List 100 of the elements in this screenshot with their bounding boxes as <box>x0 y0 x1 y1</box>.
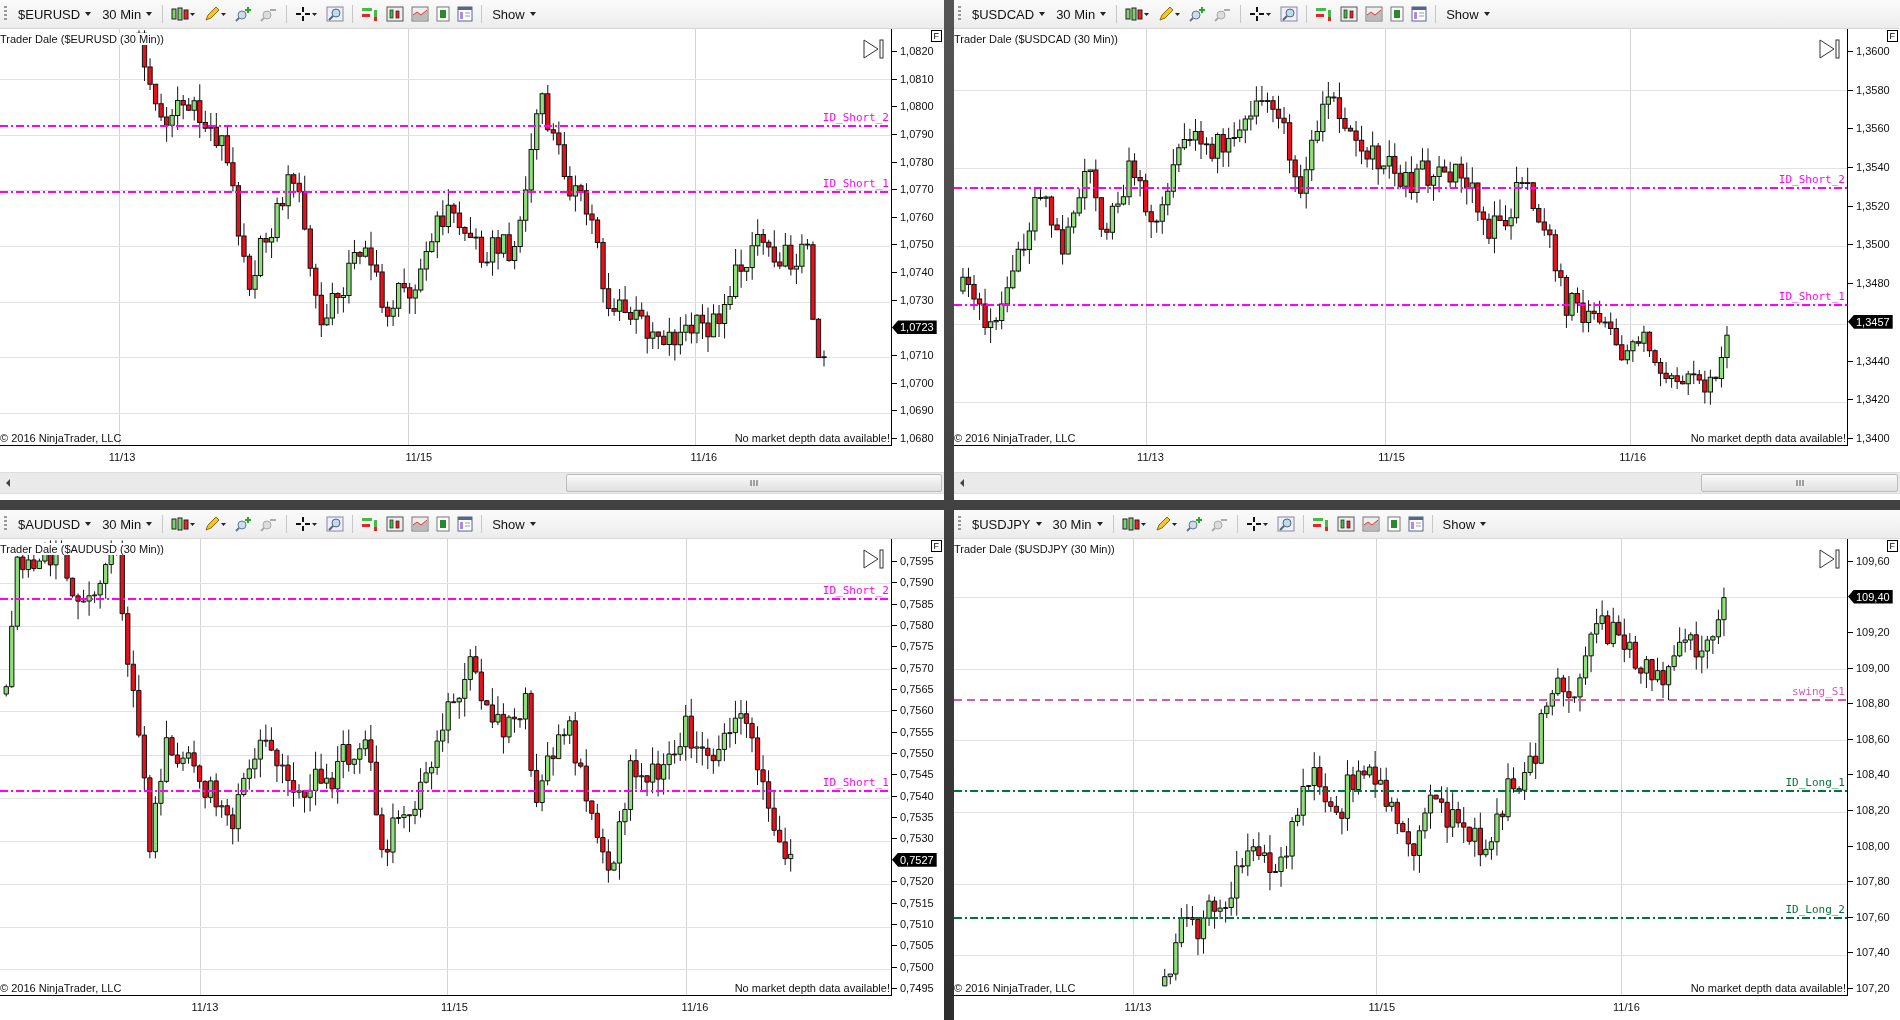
price-label: 1,3600 <box>1848 44 1900 58</box>
price-label: 0,7560 <box>892 703 944 718</box>
jump-to-end-icon[interactable] <box>863 549 885 569</box>
price-label: 0,7500 <box>892 959 944 974</box>
f-button[interactable]: F <box>930 540 942 552</box>
grip-icon[interactable] <box>958 516 961 532</box>
level-line[interactable] <box>954 698 1847 701</box>
area-chart-button[interactable] <box>1359 515 1382 533</box>
level-line[interactable] <box>954 303 1847 306</box>
show-menu[interactable]: Show <box>488 4 540 24</box>
area-chart-button[interactable] <box>1363 5 1386 23</box>
price-badge: 1,3457 <box>1848 314 1893 329</box>
grip-icon[interactable] <box>1795 479 1804 487</box>
chart-title: Trader Dale ($EURUSD (30 Min)) <box>0 33 167 45</box>
level-label: ID_Short_2 <box>822 584 889 598</box>
price-label: 1,0690 <box>892 403 944 418</box>
price-label: 107,60 <box>1848 909 1900 924</box>
price-label: 1,3540 <box>1848 160 1900 175</box>
price-label: 0,7540 <box>892 788 944 803</box>
price-label: 1,3580 <box>1848 82 1900 97</box>
show-menu[interactable]: Show <box>488 514 540 534</box>
document-button[interactable] <box>434 5 453 23</box>
properties-button[interactable] <box>455 515 476 533</box>
properties-button[interactable] <box>455 5 476 23</box>
level-line[interactable] <box>0 191 891 194</box>
symbol-dropdown[interactable]: $USDJPY <box>968 514 1046 534</box>
price-label: 0,7530 <box>892 831 944 846</box>
properties-button[interactable] <box>1405 515 1426 533</box>
jump-to-end-icon[interactable] <box>1819 39 1841 59</box>
copyright-text: © 2016 NinjaTrader, LLC <box>954 432 1076 444</box>
candles-button[interactable] <box>1334 515 1357 533</box>
jump-to-end-icon[interactable] <box>1819 549 1841 569</box>
grip-icon[interactable] <box>750 479 759 487</box>
candles-button[interactable] <box>384 5 407 23</box>
interval-dropdown[interactable]: 30 Min <box>98 4 157 24</box>
area-chart-button[interactable] <box>409 515 432 533</box>
level-line[interactable] <box>954 789 1847 792</box>
price-label: 0,7505 <box>892 938 944 953</box>
search-button[interactable] <box>1274 515 1297 533</box>
search-button[interactable] <box>324 515 347 533</box>
interval-dropdown[interactable]: 30 Min <box>1052 4 1111 24</box>
price-label: 109,20 <box>1848 625 1900 640</box>
search-button[interactable] <box>1278 5 1301 23</box>
grip-icon[interactable] <box>4 6 7 22</box>
level-label: ID_Short_1 <box>822 177 889 191</box>
price-label: 0,7595 <box>892 554 944 568</box>
copyright-text: © 2016 NinjaTrader, LLC <box>0 982 122 994</box>
price-label: 1,3500 <box>1848 237 1900 252</box>
interval-dropdown[interactable]: 30 Min <box>98 514 157 534</box>
candles-button[interactable] <box>1338 5 1361 23</box>
document-button[interactable] <box>434 515 453 533</box>
scroll-bar[interactable] <box>0 472 944 494</box>
level-line[interactable] <box>954 917 1847 920</box>
symbol-dropdown[interactable]: $AUDUSD <box>14 514 96 534</box>
price-label: 1,0680 <box>892 430 944 445</box>
price-label: 108,80 <box>1848 696 1900 711</box>
market-depth-notice: No market depth data available! <box>1690 982 1846 994</box>
symbol-dropdown[interactable]: $USDCAD <box>968 4 1050 24</box>
price-label: 108,20 <box>1848 803 1900 818</box>
area-chart-button[interactable] <box>409 5 432 23</box>
jump-to-end-icon[interactable] <box>863 39 885 59</box>
interval-dropdown[interactable]: 30 Min <box>1048 514 1107 534</box>
price-label: 1,0730 <box>892 292 944 307</box>
grip-icon[interactable] <box>4 516 7 532</box>
f-button[interactable]: F <box>1886 540 1898 552</box>
price-label: 0,7575 <box>892 639 944 654</box>
scroll-thumb[interactable] <box>1701 474 1898 492</box>
f-button[interactable]: F <box>930 30 942 42</box>
price-label: 1,0780 <box>892 154 944 169</box>
price-label: 108,40 <box>1848 767 1900 782</box>
show-menu[interactable]: Show <box>1438 514 1491 534</box>
document-button[interactable] <box>1384 515 1403 533</box>
price-label: 1,3400 <box>1848 430 1900 445</box>
date-label: 11/15 <box>1368 1001 1396 1013</box>
grip-icon[interactable] <box>958 6 961 22</box>
scroll-bar[interactable] <box>954 472 1900 494</box>
price-label: 0,7545 <box>892 767 944 782</box>
show-menu[interactable]: Show <box>1442 4 1494 24</box>
date-label: 11/16 <box>690 451 718 463</box>
properties-button[interactable] <box>1409 5 1430 23</box>
level-label: ID_Short_1 <box>822 775 889 789</box>
search-button[interactable] <box>324 5 347 23</box>
price-label: 1,0710 <box>892 348 944 363</box>
symbol-dropdown[interactable]: $EURUSD <box>14 4 96 24</box>
left-arrow-icon[interactable] <box>958 478 966 488</box>
level-label: ID_Short_2 <box>822 110 889 124</box>
date-label: 11/13 <box>191 1001 219 1013</box>
left-arrow-icon[interactable] <box>4 478 12 488</box>
candles-button[interactable] <box>384 515 407 533</box>
date-label: 11/13 <box>108 451 136 463</box>
price-label: 107,20 <box>1848 980 1900 995</box>
level-line[interactable] <box>954 187 1847 190</box>
scroll-thumb[interactable] <box>566 474 942 492</box>
level-line[interactable] <box>0 789 891 792</box>
date-label: 11/13 <box>1124 1001 1152 1013</box>
price-label: 0,7495 <box>892 980 944 995</box>
f-button[interactable]: F <box>1886 30 1898 42</box>
date-label: 11/13 <box>1137 451 1164 463</box>
document-button[interactable] <box>1388 5 1407 23</box>
level-label: ID_Short_1 <box>1778 289 1845 303</box>
